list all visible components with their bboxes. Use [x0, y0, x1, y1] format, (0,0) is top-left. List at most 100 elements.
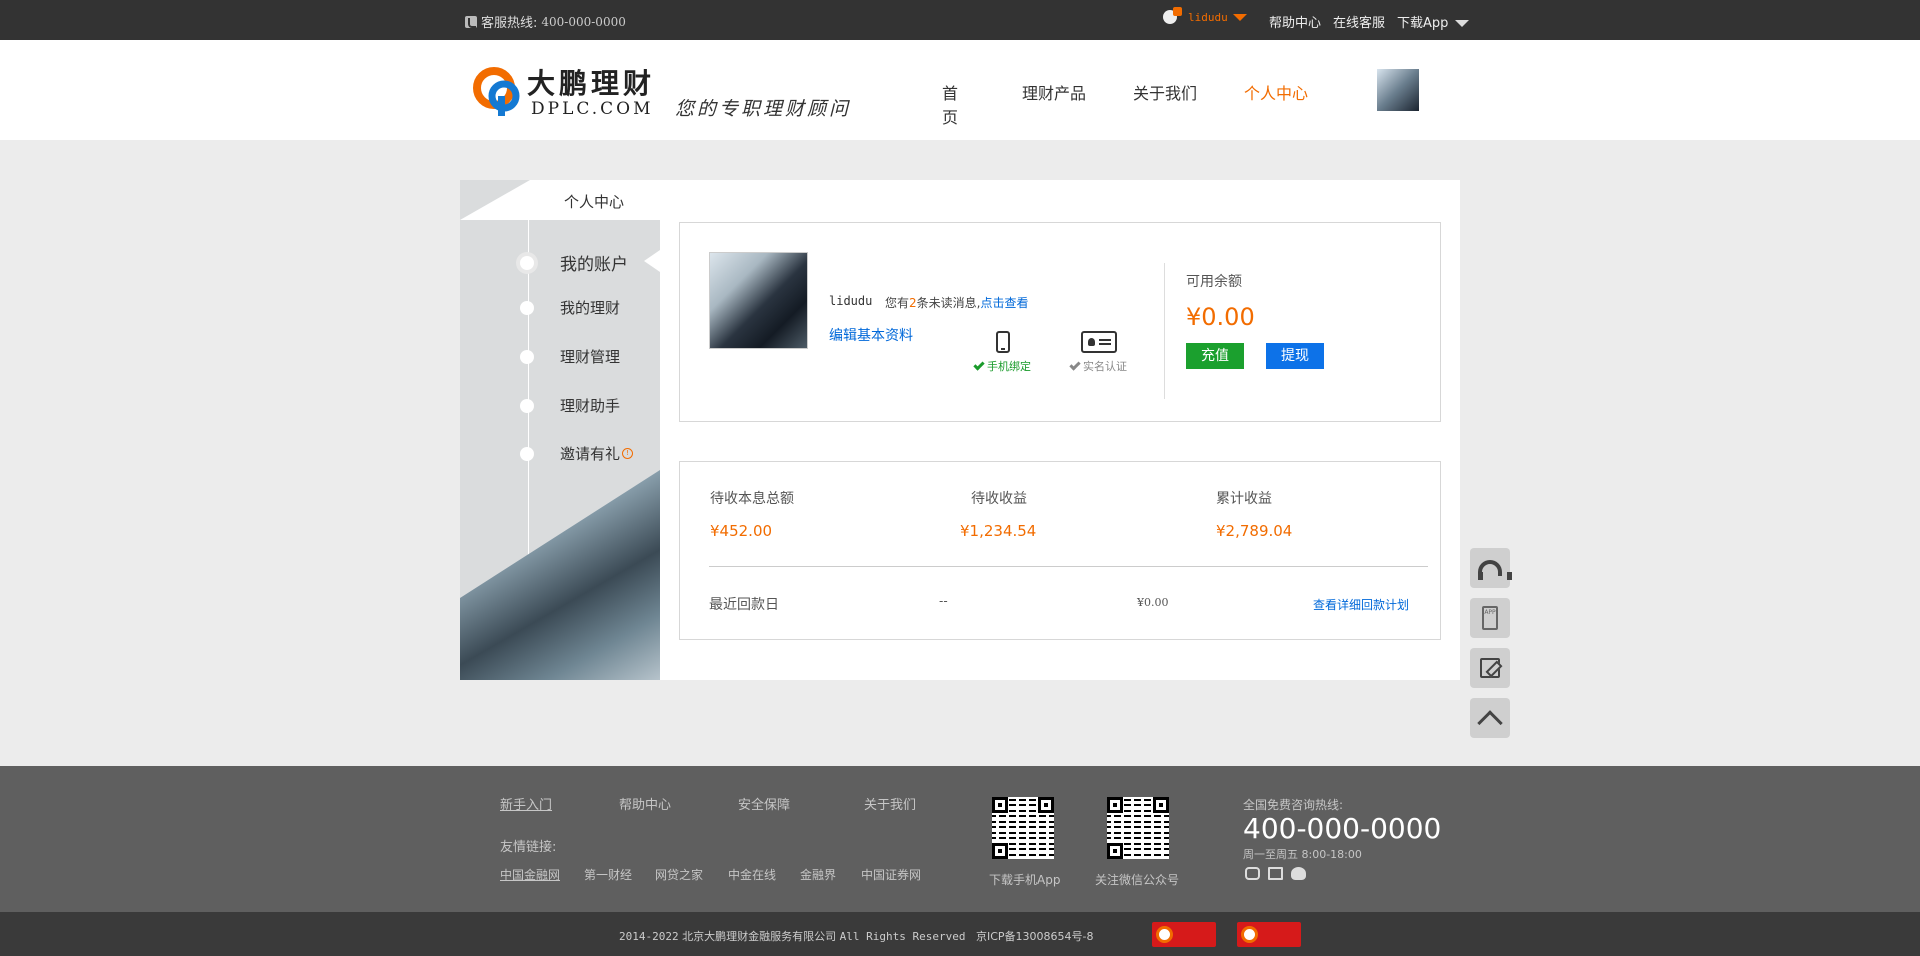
online-service-link[interactable]: 在线客服 [1333, 12, 1385, 31]
qq-icon[interactable] [1291, 867, 1306, 880]
timeline-node [520, 349, 534, 364]
stat-pending-income: 待收收益 ¥1,234.54 [960, 491, 1037, 540]
top-links: 帮助中心 在线客服 下载App [1269, 12, 1469, 31]
hotline: 客服热线: 400-000-0000 [465, 12, 626, 31]
nav-about[interactable]: 关于我们 [1133, 80, 1197, 104]
timeline-node [520, 300, 534, 315]
recent-payment-date: -- [939, 594, 948, 608]
sidebar-item-finance-management[interactable]: 理财管理 [520, 346, 620, 367]
timeline-node [520, 398, 534, 413]
help-center-link[interactable]: 帮助中心 [1269, 12, 1321, 31]
sidebar-title: 个人中心 [564, 193, 625, 211]
download-app-link[interactable]: 下载App [1397, 12, 1469, 31]
hotline-label: 客服热线: [481, 16, 538, 31]
sidebar-item-my-account[interactable]: 我的账户 [520, 250, 628, 275]
app-qr-code [992, 797, 1054, 859]
active-pointer [644, 250, 660, 272]
account-summary-card: lidudu 您有2条未读消息,点击查看 编辑基本资料 手机绑定 实名认证 可用… [679, 222, 1441, 422]
user-menu[interactable]: lidudu [1163, 7, 1247, 24]
recharge-button[interactable]: 充值 [1186, 343, 1244, 369]
app-icon: APP [1482, 606, 1498, 630]
sidebar-item-my-finance[interactable]: 我的理财 [520, 297, 620, 318]
user-avatar[interactable] [709, 252, 808, 349]
phone-icon [465, 15, 477, 28]
hotline-number: 400-000-0000 [541, 14, 626, 29]
qr-caption-app: 下载手机App [989, 873, 1061, 887]
friend-links-title: 友情链接: [500, 840, 557, 855]
footer: 新手入门 帮助中心 安全保障 关于我们 友情链接: 中国金融网 第一财经 网贷之… [0, 766, 1920, 912]
gift-icon: ! [622, 448, 634, 459]
footer-link-about[interactable]: 关于我们 [864, 794, 916, 813]
edit-profile-link[interactable]: 编辑基本资料 [829, 325, 913, 345]
nav-products[interactable]: 理财产品 [1022, 80, 1086, 104]
brand-name-en: DPLC.COM [531, 99, 654, 119]
top-bar: 客服热线: 400-000-0000 lidudu 帮助中心 在线客服 下载Ap… [0, 0, 1920, 40]
footer-link-beginner[interactable]: 新手入门 [500, 794, 552, 813]
chevron-down-icon[interactable] [1232, 13, 1247, 21]
friend-link[interactable]: 金融界 [800, 866, 836, 883]
header: 大鹏理财 DPLC.COM 您的专职理财顾问 首页 理财产品 关于我们 个人中心 [0, 40, 1920, 140]
withdraw-button[interactable]: 提现 [1266, 343, 1324, 369]
divider [709, 566, 1428, 567]
friend-link[interactable]: 中金在线 [728, 866, 776, 883]
sidebar-item-invite[interactable]: 邀请有礼 ! [520, 443, 634, 464]
sidebar: 个人中心 我的账户 我的理财 理财管理 理财助手 邀请有礼 ! [460, 180, 660, 680]
sidebar-photo [460, 470, 660, 680]
nav-home[interactable]: 首页 [942, 80, 958, 128]
check-icon [973, 359, 985, 371]
divider [1164, 263, 1165, 399]
qr-caption-wechat: 关注微信公众号 [1095, 873, 1180, 887]
timeline-node [520, 446, 534, 461]
view-messages-link[interactable]: 点击查看 [980, 296, 1028, 310]
timeline-node [520, 255, 534, 270]
footer-hotline-label: 全国免费咨询热线: [1243, 798, 1344, 812]
notification-icon[interactable] [1163, 7, 1182, 24]
certification-badge[interactable] [1152, 922, 1216, 947]
phone-bind-status[interactable]: 手机绑定 [973, 331, 1031, 374]
headset-icon [1478, 560, 1512, 580]
edit-icon [1480, 658, 1500, 678]
balance-label: 可用余额 [1186, 274, 1242, 290]
nav-personal-center[interactable]: 个人中心 [1244, 80, 1308, 104]
friend-link[interactable]: 第一财经 [584, 866, 632, 883]
copyright-bar: 2014-2022 北京大鹏理财金融服务有限公司 All Rights Rese… [0, 912, 1920, 956]
service-hours: 周一至周五 8:00-18:00 [1243, 848, 1362, 861]
sidebar-item-finance-assistant[interactable]: 理财助手 [520, 395, 620, 416]
logo-icon[interactable] [470, 62, 526, 118]
footer-link-security[interactable]: 安全保障 [738, 794, 790, 813]
feedback-button[interactable] [1470, 648, 1510, 688]
id-card-icon [1080, 331, 1117, 353]
weibo-icon[interactable] [1245, 867, 1260, 880]
account-username: lidudu [829, 294, 873, 308]
recent-payment-amount: ¥0.00 [1137, 596, 1169, 609]
app-download-button[interactable]: APP [1470, 598, 1510, 638]
check-icon [1069, 359, 1081, 371]
payment-plan-link[interactable]: 查看详细回款计划 [1313, 596, 1409, 613]
friend-link[interactable]: 网贷之家 [655, 866, 703, 883]
slogan: 您的专职理财顾问 [675, 98, 852, 120]
brand-name-cn: 大鹏理财 [527, 67, 656, 100]
trust-badge[interactable] [1237, 922, 1301, 947]
back-to-top-button[interactable] [1470, 698, 1510, 738]
balance-value: ¥0.00 [1186, 303, 1255, 331]
mobile-phone-icon [995, 331, 1010, 353]
unread-message-text: 您有2条未读消息,点击查看 [885, 296, 1029, 310]
main-panel: 个人中心 我的账户 我的理财 理财管理 理财助手 邀请有礼 ! lidudu 您… [460, 180, 1460, 680]
realname-status[interactable]: 实名认证 [1069, 331, 1127, 374]
footer-link-help[interactable]: 帮助中心 [619, 794, 671, 813]
chevron-up-icon [1477, 710, 1503, 736]
social-links [1245, 867, 1306, 880]
friend-link[interactable]: 中国金融网 [500, 866, 560, 883]
recent-payment-label: 最近回款日 [709, 597, 779, 613]
mail-icon[interactable] [1268, 867, 1283, 880]
wechat-qr-code [1107, 797, 1169, 859]
header-avatar[interactable] [1377, 69, 1419, 111]
username[interactable]: lidudu [1188, 11, 1228, 24]
customer-service-button[interactable] [1470, 548, 1512, 588]
stat-pending-principal: 待收本息总额 ¥452.00 [710, 491, 794, 540]
friend-link[interactable]: 中国证券网 [861, 866, 921, 883]
stat-total-income: 累计收益 ¥2,789.04 [1216, 491, 1293, 540]
copyright-text: 2014-2022 北京大鹏理财金融服务有限公司 All Rights Rese… [619, 930, 1094, 943]
chevron-down-icon[interactable] [1454, 20, 1469, 27]
earnings-card: 待收本息总额 ¥452.00 待收收益 ¥1,234.54 累计收益 ¥2,78… [679, 461, 1441, 640]
